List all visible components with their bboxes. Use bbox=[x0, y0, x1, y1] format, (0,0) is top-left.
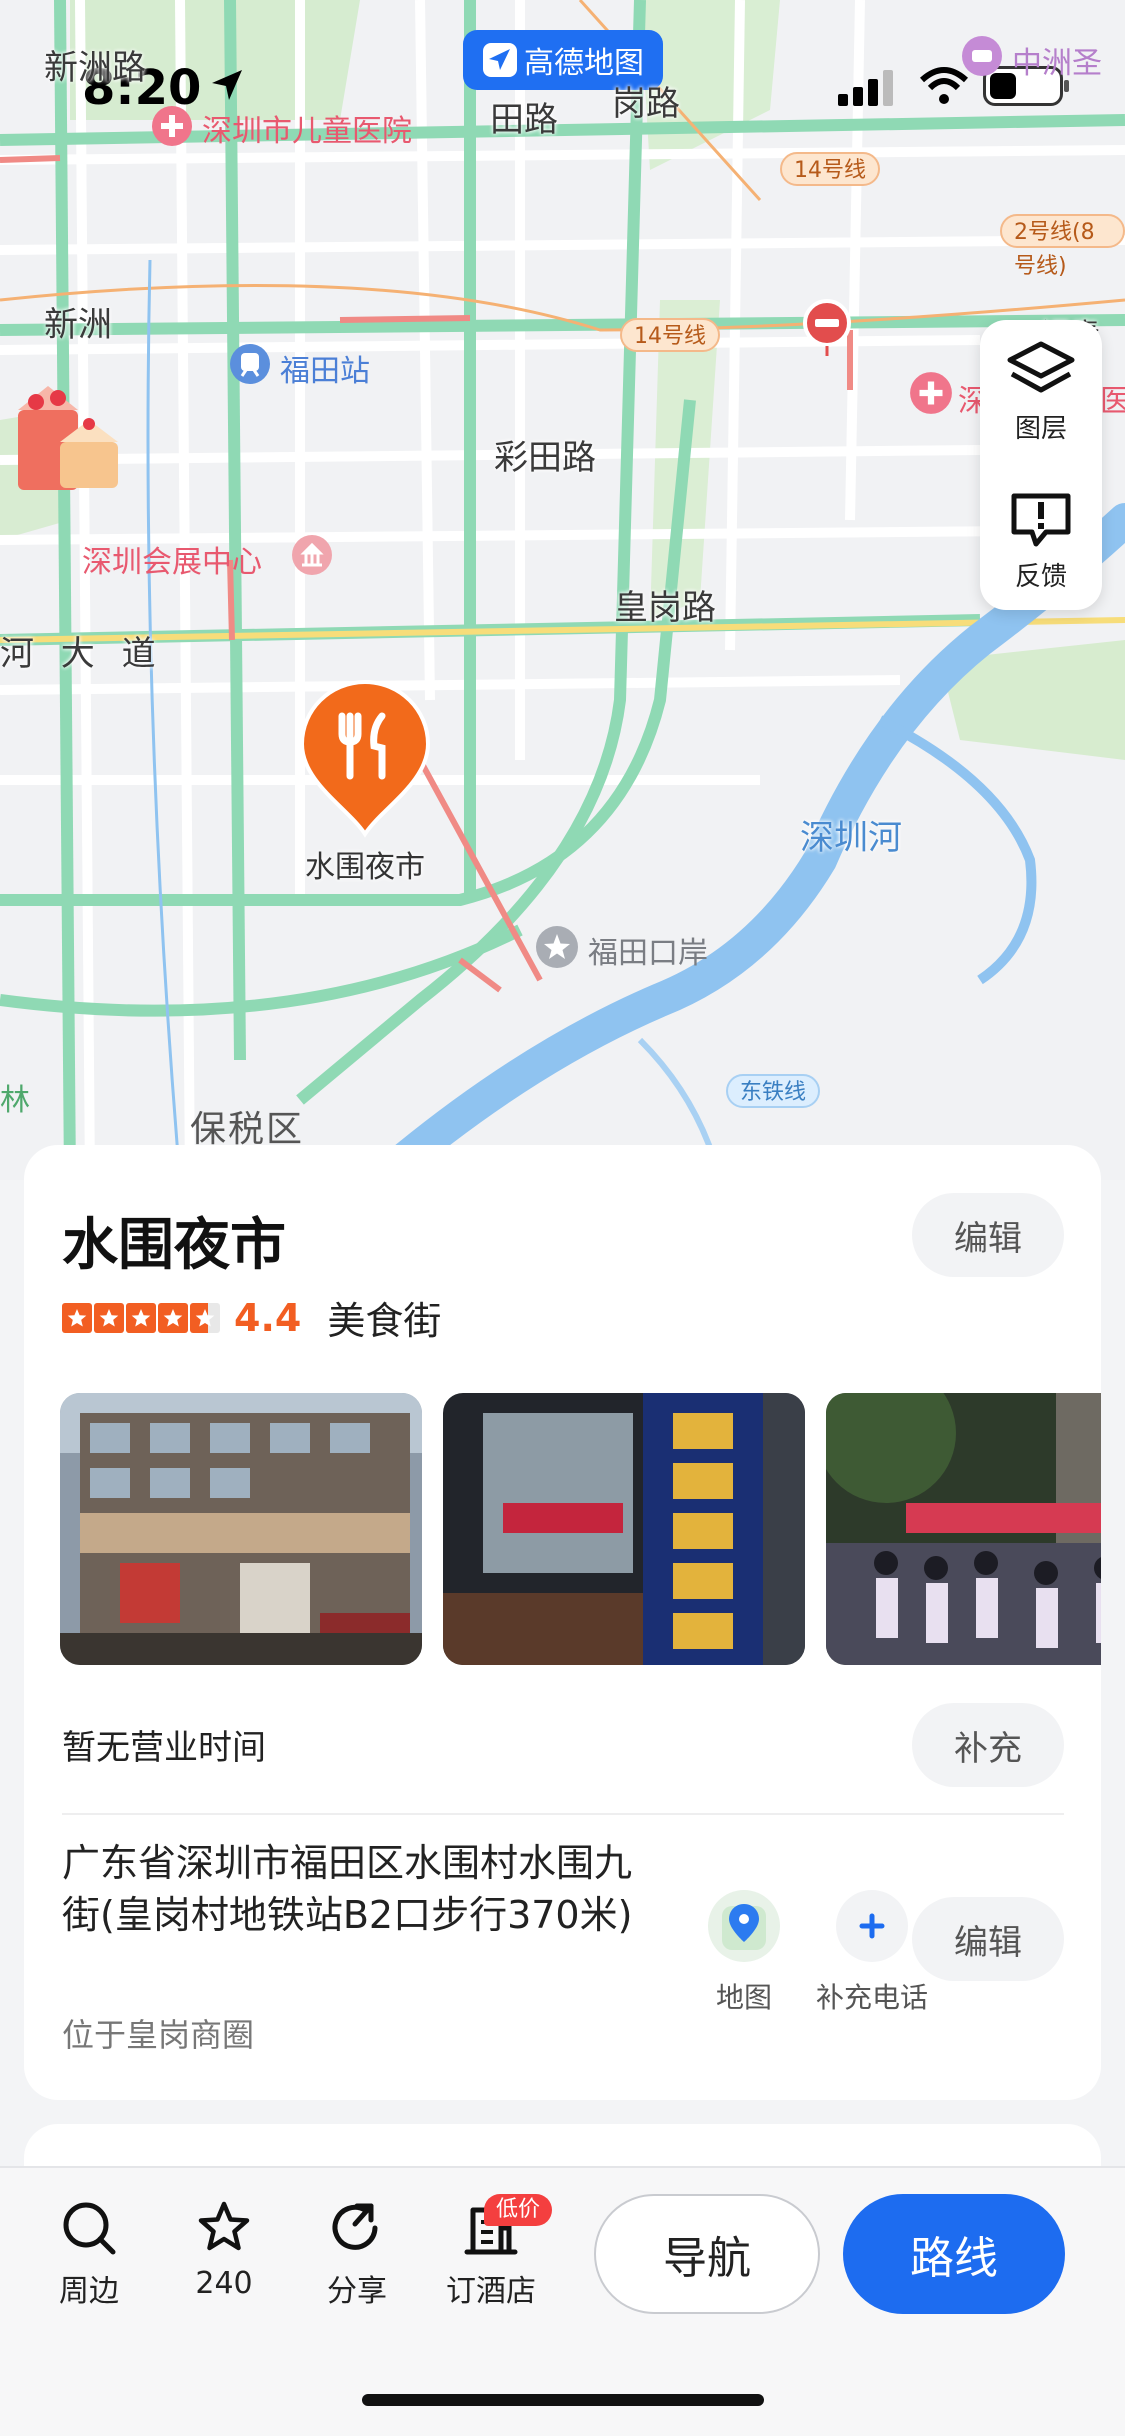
landmark-icon bbox=[292, 535, 332, 575]
map-base bbox=[0, 0, 1125, 1180]
plus-icon bbox=[836, 1890, 908, 1962]
share-label: 分享 bbox=[327, 2274, 387, 2309]
star-half-icon bbox=[190, 1302, 220, 1333]
road-label-shennan: 河 大 道 bbox=[0, 634, 164, 674]
feedback-button[interactable]: 反馈 bbox=[980, 488, 1102, 593]
book-hotel-label: 订酒店 bbox=[446, 2274, 536, 2309]
star-icon bbox=[126, 1302, 156, 1333]
metro-badge-east-rail: 东铁线 bbox=[726, 1074, 821, 1108]
photo-strip[interactable] bbox=[60, 1393, 1101, 1665]
low-price-tag: 低价 bbox=[484, 2194, 553, 2226]
place-marker-icon[interactable] bbox=[298, 678, 432, 838]
poi-childrens-hospital[interactable]: 深圳市儿童医院 bbox=[202, 106, 412, 150]
metro-badge-2: 2号线(8号线) bbox=[1000, 214, 1125, 279]
place-detail-sheet: 水围夜市 编辑 4.4 美食街 暂无营业时间 补充 广东省深圳市福田区水围村水围… bbox=[24, 1145, 1101, 2100]
place-category: 美食街 bbox=[327, 1299, 442, 1343]
poi-futian-port[interactable]: 福田口岸 bbox=[588, 928, 708, 972]
feedback-label: 反馈 bbox=[1014, 562, 1067, 592]
nearby-button[interactable]: 周边 bbox=[34, 2198, 144, 2310]
river-label-shenzhen: 深圳河 bbox=[800, 818, 902, 858]
photo-night-market-sign[interactable] bbox=[443, 1393, 805, 1665]
edit-place-button[interactable]: 编辑 bbox=[912, 1193, 1064, 1277]
star-icon bbox=[158, 1302, 188, 1333]
view-on-map-button[interactable]: 地图 bbox=[674, 1890, 814, 2016]
hotel-icon bbox=[962, 36, 1002, 76]
map-pin-icon bbox=[708, 1890, 780, 1962]
hospital-icon bbox=[152, 106, 192, 146]
layers-button[interactable]: 图层 bbox=[980, 340, 1102, 445]
home-indicator[interactable] bbox=[362, 2394, 764, 2406]
search-icon bbox=[63, 2202, 116, 2255]
rating-value: 4.4 bbox=[234, 1295, 302, 1340]
add-hours-button[interactable]: 补充 bbox=[912, 1703, 1064, 1787]
rating-row: 4.4 美食街 bbox=[62, 1290, 441, 1345]
photo-building[interactable] bbox=[60, 1393, 422, 1665]
star-outline-icon bbox=[198, 2201, 250, 2251]
layers-label: 图层 bbox=[1014, 414, 1067, 444]
opening-hours-text: 暂无营业时间 bbox=[62, 1728, 266, 1768]
poi-hospital-right-partial[interactable]: 医 bbox=[1100, 376, 1125, 420]
favorite-button[interactable]: 240 bbox=[169, 2198, 279, 2301]
favorites-count: 240 bbox=[195, 2266, 253, 2301]
road-label-huanggang-top: 岗路 bbox=[612, 84, 680, 124]
route-button[interactable]: 路线 bbox=[843, 2194, 1065, 2314]
metro-badge-14a: 14号线 bbox=[780, 152, 880, 186]
map-view[interactable]: 8:20 高德地图 新洲路 新洲 田路 岗路 彩田路 皇岗路 河 大 道 深圳河… bbox=[0, 0, 1125, 1180]
marker-label: 水围夜市 bbox=[305, 850, 425, 885]
poi-zhongzhou[interactable]: 中洲圣 bbox=[1012, 38, 1102, 82]
business-area: 位于皇岗商圈 bbox=[62, 2016, 255, 2054]
place-title: 水围夜市 bbox=[62, 1213, 286, 1278]
metro-badge-14b: 14号线 bbox=[620, 318, 720, 352]
road-label-yitian: 田路 bbox=[490, 100, 558, 140]
no-entry-icon bbox=[803, 299, 851, 356]
hospital-icon-right bbox=[910, 372, 952, 414]
area-label-lin: 林 bbox=[0, 1083, 30, 1118]
share-button[interactable]: 分享 bbox=[302, 2198, 412, 2310]
road-label-xinzhou: 新洲路 bbox=[44, 48, 146, 88]
section-divider bbox=[62, 1813, 1064, 1815]
view-on-map-label: 地图 bbox=[715, 1981, 772, 2014]
star-icon bbox=[62, 1302, 92, 1333]
map-tools-panel: 图层 反馈 bbox=[980, 320, 1102, 610]
feedback-icon bbox=[1011, 493, 1071, 547]
amap-app-badge[interactable]: 高德地图 bbox=[463, 30, 663, 90]
share-icon bbox=[332, 2203, 378, 2250]
port-star-icon bbox=[536, 926, 578, 968]
cellular-signal-icon bbox=[838, 70, 893, 106]
road-label-caitian: 彩田路 bbox=[494, 438, 596, 478]
star-icon bbox=[94, 1302, 124, 1333]
location-arrow-icon bbox=[212, 70, 242, 100]
add-phone-label: 补充电话 bbox=[815, 1981, 928, 2014]
amap-badge-label: 高德地图 bbox=[524, 46, 644, 81]
train-station-icon bbox=[230, 344, 270, 384]
poi-convention-center[interactable]: 深圳会展中心 bbox=[82, 537, 262, 581]
edit-address-button[interactable]: 编辑 bbox=[912, 1897, 1064, 1981]
place-address: 广东省深圳市福田区水围村水围九街(皇岗村地铁站B2口步行370米) bbox=[62, 1841, 633, 1937]
layers-icon bbox=[1007, 341, 1075, 393]
amap-logo-icon bbox=[483, 43, 517, 77]
cake-promo-icon[interactable] bbox=[12, 380, 122, 500]
navigate-button[interactable]: 导航 bbox=[594, 2194, 820, 2314]
nearby-label: 周边 bbox=[59, 2274, 119, 2309]
road-label-huanggang: 皇岗路 bbox=[614, 588, 716, 628]
road-label-xinzhou-mid: 新洲 bbox=[44, 305, 112, 345]
photo-crowd[interactable] bbox=[826, 1393, 1101, 1665]
poi-futian-station[interactable]: 福田站 bbox=[280, 346, 370, 390]
